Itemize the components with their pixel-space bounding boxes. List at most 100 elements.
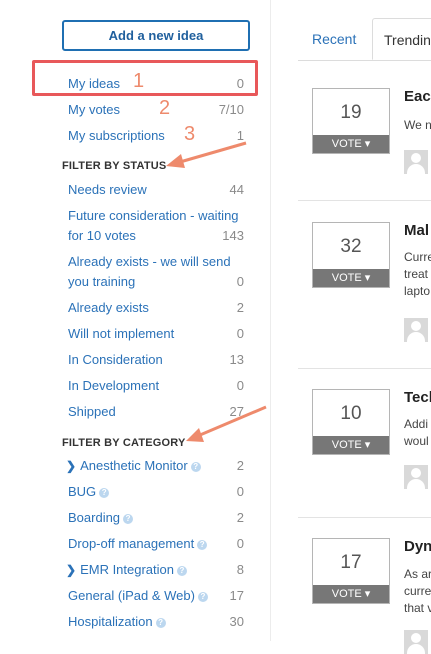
status-shipped[interactable]: Shipped 27 xyxy=(68,402,244,422)
status-count: 0 xyxy=(236,378,244,393)
category-anesthetic-monitor[interactable]: ❯ Anesthetic Monitor? 2 xyxy=(66,456,244,476)
idea-card[interactable]: 32 VOTE ▾ Mal Curre treat lapto xyxy=(298,222,431,352)
tab-trending[interactable]: Trendin xyxy=(372,18,431,60)
status-count: 0 xyxy=(236,274,244,289)
idea-title[interactable]: Dyn xyxy=(404,538,431,555)
idea-description-line: that v xyxy=(404,601,431,615)
category-hospitalization[interactable]: Hospitalization? 30 xyxy=(68,612,244,632)
category-bug[interactable]: BUG? 0 xyxy=(68,482,244,502)
my-votes-count: 7/10 xyxy=(218,102,244,117)
status-future-consideration[interactable]: Future consideration - waiting for 10 vo… xyxy=(68,206,244,246)
avatar xyxy=(404,150,428,174)
status-label: In Consideration xyxy=(68,352,163,367)
category-count: 0 xyxy=(236,536,244,551)
category-emr-integration[interactable]: ❯ EMR Integration? 8 xyxy=(66,560,244,580)
category-label: Boarding xyxy=(68,510,121,525)
vote-widget: 32 VOTE ▾ xyxy=(312,222,390,288)
status-count: 0 xyxy=(236,326,244,341)
help-icon[interactable]: ? xyxy=(197,539,208,550)
status-label: Shipped xyxy=(68,404,116,419)
category-count: 8 xyxy=(236,562,244,577)
status-count: 13 xyxy=(229,352,244,367)
idea-description-line: treat xyxy=(404,267,429,281)
status-label-line1: Already exists - we will send xyxy=(68,254,231,269)
status-needs-review[interactable]: Needs review 44 xyxy=(68,180,244,200)
status-count: 143 xyxy=(222,228,244,243)
status-in-consideration[interactable]: In Consideration 13 xyxy=(68,350,244,370)
avatar xyxy=(404,465,428,489)
status-count: 44 xyxy=(229,182,244,197)
my-votes-link[interactable]: My votes 7/10 xyxy=(68,100,244,120)
status-label-line2: you training xyxy=(68,274,136,289)
chevron-right-icon[interactable]: ❯ xyxy=(66,563,76,577)
idea-description-line: curre xyxy=(404,584,431,598)
category-count: 30 xyxy=(229,614,244,629)
category-label: General (iPad & Web) xyxy=(68,588,195,603)
vote-count: 17 xyxy=(340,552,362,573)
vote-count: 32 xyxy=(340,236,362,257)
status-already-exists-training[interactable]: Already exists - we will send you traini… xyxy=(68,252,244,292)
vote-widget: 17 VOTE ▾ xyxy=(312,538,390,604)
avatar xyxy=(404,630,428,654)
idea-title[interactable]: Mal xyxy=(404,222,429,239)
help-icon[interactable]: ? xyxy=(197,591,208,602)
category-count: 2 xyxy=(236,458,244,473)
help-icon[interactable]: ? xyxy=(190,461,201,472)
status-label-line2: for 10 votes xyxy=(68,228,136,243)
tabs-bar: Recent Trendin xyxy=(298,18,431,61)
tab-recent[interactable]: Recent xyxy=(312,18,356,60)
status-count: 2 xyxy=(236,300,244,315)
status-label: Will not implement xyxy=(68,326,175,341)
category-label: BUG xyxy=(68,484,97,499)
card-separator xyxy=(298,200,431,201)
filter-by-status-heading: FILTER BY STATUS xyxy=(62,160,167,172)
idea-description-line: Curre xyxy=(404,250,431,264)
vote-widget: 19 VOTE ▾ xyxy=(312,88,390,154)
vote-count: 10 xyxy=(340,403,362,424)
category-general[interactable]: General (iPad & Web)? 17 xyxy=(68,586,244,606)
card-separator xyxy=(298,368,431,369)
idea-title[interactable]: Tech xyxy=(404,389,431,406)
category-count: 2 xyxy=(236,510,244,525)
status-in-development[interactable]: In Development 0 xyxy=(68,376,244,396)
highlight-box xyxy=(32,60,258,96)
annotation-number-3: 3 xyxy=(184,123,196,145)
category-count: 0 xyxy=(236,484,244,499)
annotation-number-1: 1 xyxy=(133,70,145,92)
category-count: 17 xyxy=(229,588,244,603)
idea-description: We n xyxy=(404,118,431,132)
idea-description-line: Addi xyxy=(404,417,429,431)
vote-button[interactable]: VOTE ▾ xyxy=(313,585,389,603)
my-subscriptions-label: My subscriptions xyxy=(68,128,165,143)
idea-card[interactable]: 17 VOTE ▾ Dyn As ar curre that v xyxy=(298,538,431,654)
sidebar: Add a new idea My ideas 0 My votes 7/10 … xyxy=(0,0,262,641)
help-icon[interactable]: ? xyxy=(123,513,134,524)
vote-button[interactable]: VOTE ▾ xyxy=(313,269,389,287)
help-icon[interactable]: ? xyxy=(155,617,166,628)
status-will-not-implement[interactable]: Will not implement 0 xyxy=(68,324,244,344)
chevron-right-icon[interactable]: ❯ xyxy=(66,459,76,473)
help-icon[interactable]: ? xyxy=(99,487,110,498)
status-already-exists[interactable]: Already exists 2 xyxy=(68,298,244,318)
idea-description-line: lapto xyxy=(404,284,431,298)
status-label-line1: Future consideration - waiting xyxy=(68,208,239,223)
category-label: Anesthetic Monitor xyxy=(80,458,188,473)
add-idea-button[interactable]: Add a new idea xyxy=(62,20,250,51)
vote-button[interactable]: VOTE ▾ xyxy=(313,436,389,454)
avatar xyxy=(404,318,428,342)
vote-button[interactable]: VOTE ▾ xyxy=(313,135,389,153)
category-label: Drop-off management xyxy=(68,536,195,551)
category-label: Hospitalization xyxy=(68,614,153,629)
idea-title[interactable]: Each xyxy=(404,88,431,105)
idea-card[interactable]: 10 VOTE ▾ Tech Addi woul xyxy=(298,389,431,499)
annotation-number-2: 2 xyxy=(159,97,171,119)
help-icon[interactable]: ? xyxy=(177,565,187,576)
status-label: In Development xyxy=(68,378,160,393)
vote-count: 19 xyxy=(340,102,362,123)
category-drop-off-management[interactable]: Drop-off management? 0 xyxy=(68,534,244,554)
category-boarding[interactable]: Boarding? 2 xyxy=(68,508,244,528)
my-subscriptions-link[interactable]: My subscriptions 1 xyxy=(68,126,244,146)
idea-card[interactable]: 19 VOTE ▾ Each We n xyxy=(298,88,431,188)
filter-by-category-heading: FILTER BY CATEGORY xyxy=(62,437,186,449)
vote-widget: 10 VOTE ▾ xyxy=(312,389,390,455)
